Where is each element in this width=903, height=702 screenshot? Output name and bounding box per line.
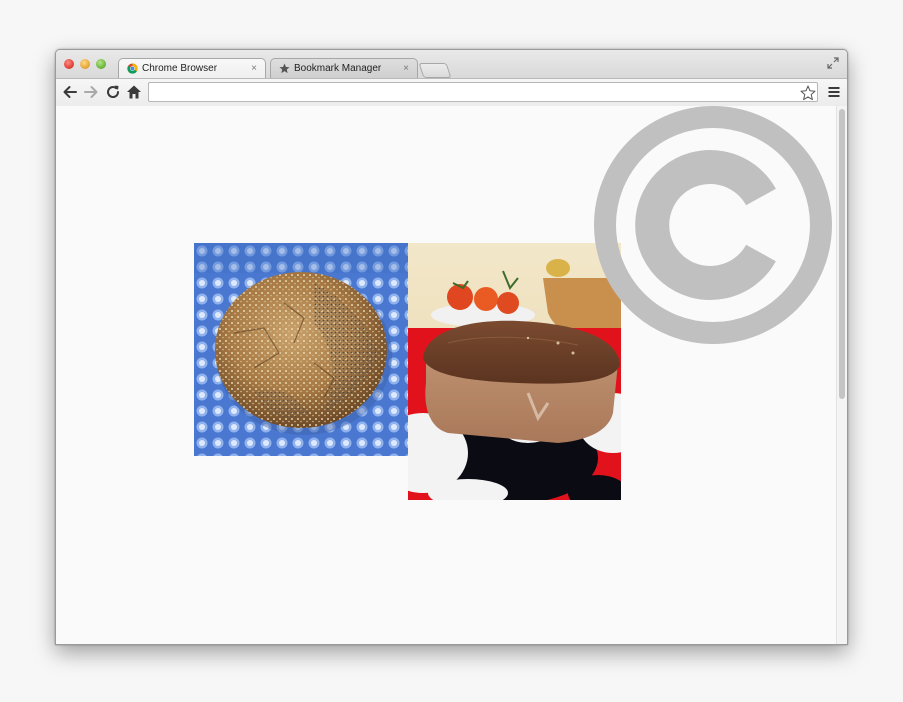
tab-bookmark-manager[interactable]: Bookmark Manager × (270, 58, 418, 78)
chrome-icon (127, 63, 138, 74)
address-bar-input[interactable] (148, 82, 818, 102)
tab-label: Chrome Browser (142, 63, 218, 74)
close-window-button[interactable] (64, 59, 74, 69)
browser-window: Chrome Browser × Bookmark Manager × (55, 49, 848, 645)
forward-arrow-icon[interactable] (83, 84, 99, 100)
copyright-icon (594, 106, 832, 344)
tab-close-icon[interactable]: × (400, 63, 412, 74)
back-arrow-icon[interactable] (62, 84, 78, 100)
bookmark-star-icon[interactable] (800, 85, 816, 101)
vertical-scrollbar[interactable] (836, 106, 847, 644)
tab-close-icon[interactable]: × (248, 63, 260, 74)
tab-label: Bookmark Manager (294, 63, 382, 74)
menu-icon[interactable] (828, 86, 840, 98)
star-icon (279, 63, 290, 74)
round-bread-photo (194, 243, 408, 456)
scrollbar-thumb[interactable] (839, 109, 845, 399)
new-tab-button[interactable] (418, 63, 452, 78)
maximize-window-button[interactable] (96, 59, 106, 69)
reload-icon[interactable] (105, 84, 121, 100)
toolbar (56, 78, 847, 107)
tab-strip: Chrome Browser × Bookmark Manager × (56, 50, 847, 78)
minimize-window-button[interactable] (80, 59, 90, 69)
page-content (56, 106, 847, 644)
fullscreen-icon[interactable] (827, 57, 839, 69)
tab-chrome-browser[interactable]: Chrome Browser × (118, 58, 266, 78)
loaf-bread-photo (408, 243, 621, 500)
home-icon[interactable] (126, 84, 142, 100)
